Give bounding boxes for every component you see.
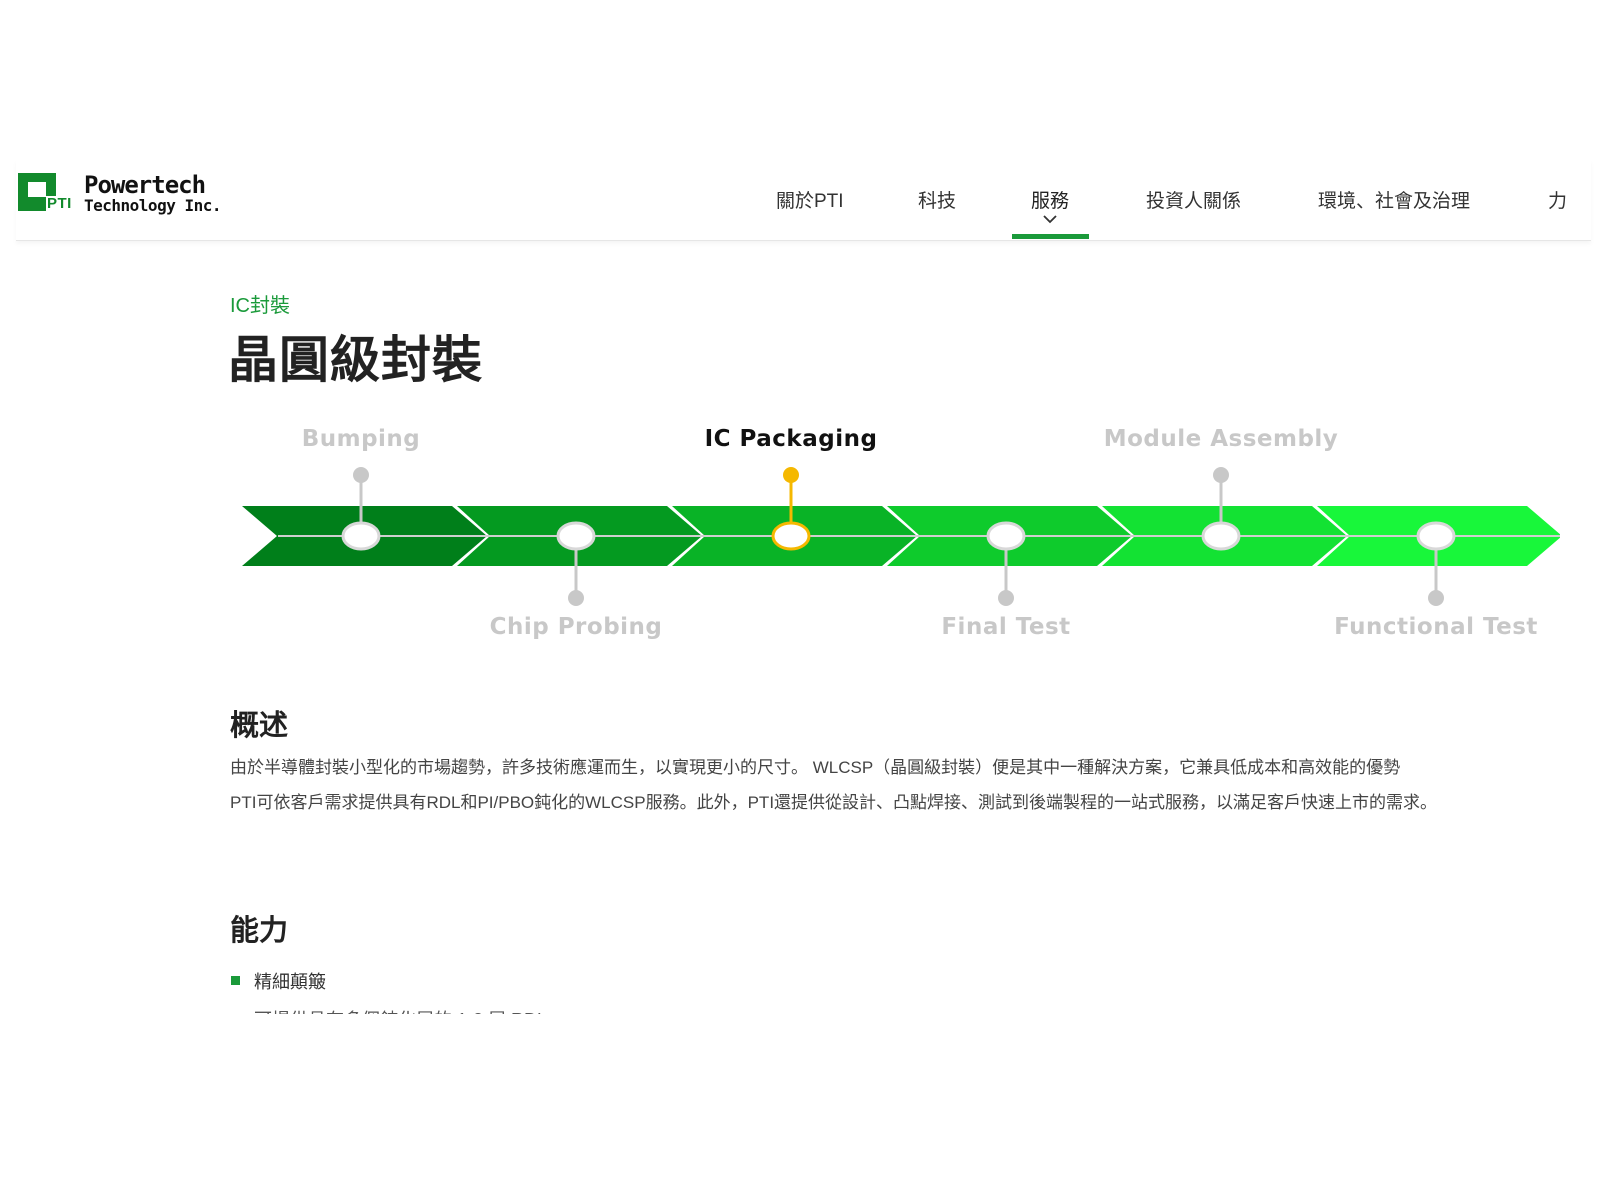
stage-label-bumping[interactable]: Bumping: [240, 426, 501, 452]
chevron-down-icon[interactable]: [1043, 212, 1057, 226]
stage-node-icon[interactable]: [556, 521, 596, 551]
process-timeline: Bumping Chip Probing IC Packaging Final Tes…: [240, 420, 1560, 660]
company-logo[interactable]: PTI Powertech Technology Inc.: [18, 172, 228, 216]
nav-item-more[interactable]: 力: [1548, 186, 1567, 213]
logo-company-name: Powertech: [84, 171, 206, 199]
breadcrumb[interactable]: IC封裝: [230, 289, 290, 318]
page-title: 晶圓級封裝: [228, 332, 483, 388]
nav-active-indicator: [1012, 234, 1089, 239]
stage-label-functional-test[interactable]: Functional Test: [1296, 614, 1560, 640]
stage-label-ic-packaging[interactable]: IC Packaging: [651, 426, 931, 452]
stage-label-final-test[interactable]: Final Test: [866, 614, 1146, 640]
site-header: PTI Powertech Technology Inc. 關於PTI 科技 服…: [16, 160, 1591, 241]
stage-dot-icon: [568, 590, 584, 606]
stage-dot-icon: [998, 590, 1014, 606]
stage-dot-icon: [353, 467, 369, 483]
stage-node-icon[interactable]: [1201, 521, 1241, 551]
stage-node-icon[interactable]: [1416, 521, 1456, 551]
bullet-icon: [231, 976, 240, 985]
main-nav: 關於PTI 科技 服務 投資人關係 環境、社會及治理 力: [756, 160, 1591, 240]
nav-item-investor-relations[interactable]: 投資人關係: [1146, 186, 1241, 213]
stage-dot-icon: [1213, 467, 1229, 483]
logo-pti-text: PTI: [46, 195, 73, 212]
nav-item-services[interactable]: 服務: [1031, 186, 1069, 213]
capability-item-detail: 可提供具有多個鈍化層的 1-2 層 RDL: [254, 1006, 547, 1014]
stage-node-icon[interactable]: [986, 521, 1026, 551]
overview-text-line-1: 由於半導體封裝小型化的市場趨勢，許多技術應運而生，以實現更小的尺寸。 WLCSP…: [230, 758, 1401, 777]
overview-heading: 概述: [230, 710, 289, 742]
capability-item: 精細顛簸: [254, 972, 326, 992]
logo-company-subtitle: Technology Inc.: [84, 196, 222, 215]
overview-text-line-2: PTI可依客戶需求提供具有RDL和PI/PBO鈍化的WLCSP服務。此外，PTI…: [230, 793, 1438, 812]
stage-node-icon[interactable]: [341, 521, 381, 551]
nav-item-esg[interactable]: 環境、社會及治理: [1318, 186, 1470, 213]
capability-heading: 能力: [230, 915, 289, 947]
stage-label-chip-probing[interactable]: Chip Probing: [436, 614, 716, 640]
nav-item-technology[interactable]: 科技: [918, 186, 956, 213]
stage-node-icon[interactable]: [771, 521, 811, 551]
stage-dot-icon: [783, 467, 799, 483]
nav-item-about[interactable]: 關於PTI: [776, 186, 844, 213]
stage-dot-icon: [1428, 590, 1444, 606]
stage-label-module-assembly[interactable]: Module Assembly: [1081, 426, 1361, 452]
